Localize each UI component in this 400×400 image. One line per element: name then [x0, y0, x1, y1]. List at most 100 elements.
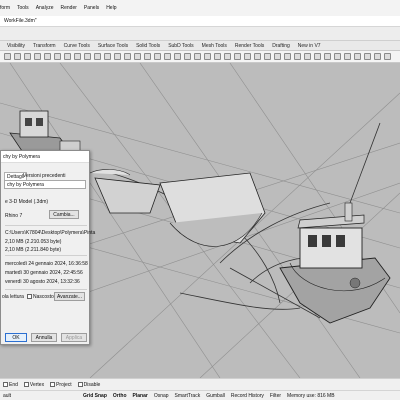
- tool-icon[interactable]: [154, 53, 161, 60]
- tool-icon[interactable]: [84, 53, 91, 60]
- change-button[interactable]: Cambia...: [49, 210, 79, 219]
- tool-icon[interactable]: [284, 53, 291, 60]
- tool-icon[interactable]: [364, 53, 371, 60]
- tool-icon[interactable]: [294, 53, 301, 60]
- tool-icon[interactable]: [324, 53, 331, 60]
- smarttrack-toggle[interactable]: SmartTrack: [172, 393, 204, 399]
- snap-project-checkbox[interactable]: [50, 382, 56, 387]
- hidden-checkbox[interactable]: [27, 294, 32, 300]
- tool-icon[interactable]: [224, 53, 231, 60]
- tool-icon-row: [0, 51, 400, 63]
- tool-icon[interactable]: [104, 53, 111, 60]
- snap-end[interactable]: End: [3, 382, 18, 388]
- osnap-toggle[interactable]: Osnap: [151, 393, 172, 399]
- ortho-toggle[interactable]: Ortho: [110, 393, 130, 399]
- record-history-toggle[interactable]: Record History: [228, 393, 267, 399]
- menu-panels[interactable]: Panels: [84, 5, 99, 11]
- tab-subd-tools[interactable]: SubD Tools: [164, 42, 197, 50]
- tab-drafting[interactable]: Drafting: [268, 42, 294, 50]
- osnap-bar: End Vertex Project Disable: [0, 378, 400, 390]
- menu-tools[interactable]: Tools: [17, 5, 29, 11]
- tool-icon[interactable]: [34, 53, 41, 60]
- tab-surface-tools[interactable]: Surface Tools: [94, 42, 132, 50]
- filter-toggle[interactable]: Filter: [267, 393, 284, 399]
- grid-snap-toggle[interactable]: Grid Snap: [80, 393, 110, 399]
- tool-icon[interactable]: [264, 53, 271, 60]
- memory-usage: Memory use: 816 MB: [287, 392, 335, 399]
- tool-icon[interactable]: [354, 53, 361, 60]
- file-path-text: C:\Users\K7804\Desktop\Polymera\Pinta: [5, 230, 96, 236]
- file-properties-dialog: chy by Polymera chy by Polymera Dettagli…: [0, 150, 95, 345]
- snap-end-checkbox[interactable]: [3, 382, 8, 387]
- tool-icon[interactable]: [64, 53, 71, 60]
- tool-icon[interactable]: [344, 53, 351, 60]
- tool-icon[interactable]: [124, 53, 131, 60]
- hidden-checkbox-row[interactable]: Nascosto: [27, 294, 54, 300]
- menu-bar: form Tools Analyze Render Panels Help: [0, 0, 400, 16]
- tool-icon[interactable]: [4, 53, 11, 60]
- tool-icon[interactable]: [174, 53, 181, 60]
- tool-icon[interactable]: [334, 53, 341, 60]
- tool-icon[interactable]: [24, 53, 31, 60]
- current-layer[interactable]: ault: [0, 393, 80, 399]
- snap-disable[interactable]: Disable: [77, 382, 100, 388]
- boat-model-middle[interactable]: [89, 169, 266, 247]
- readonly-label: ola lettura: [2, 294, 24, 300]
- tab-transform[interactable]: Transform: [29, 42, 60, 50]
- tool-icon[interactable]: [234, 53, 241, 60]
- apply-button[interactable]: Applica: [61, 333, 87, 342]
- planar-toggle[interactable]: Planar: [130, 393, 151, 399]
- tool-icon[interactable]: [54, 53, 61, 60]
- separator: [5, 225, 87, 226]
- status-bar: ault Grid Snap Ortho Planar Osnap SmartT…: [0, 390, 400, 400]
- tool-icon[interactable]: [304, 53, 311, 60]
- tool-icon[interactable]: [164, 53, 171, 60]
- tab-visibility[interactable]: Visibility: [3, 42, 29, 50]
- tool-icon[interactable]: [384, 53, 391, 60]
- dialog-title: chy by Polymera: [1, 151, 89, 163]
- tool-icon[interactable]: [374, 53, 381, 60]
- tool-icon[interactable]: [134, 53, 141, 60]
- snap-project[interactable]: Project: [50, 382, 72, 388]
- tool-icon[interactable]: [144, 53, 151, 60]
- file-name-input[interactable]: chy by Polymera: [4, 180, 86, 189]
- tool-icon[interactable]: [114, 53, 121, 60]
- tool-icon[interactable]: [244, 53, 251, 60]
- menu-help[interactable]: Help: [106, 5, 116, 11]
- tab-new-in-v7[interactable]: New in V7: [294, 42, 325, 50]
- tab-previous-versions[interactable]: Versioni precedenti: [21, 172, 68, 180]
- snap-vertex[interactable]: Vertex: [23, 381, 45, 388]
- tool-icon[interactable]: [194, 53, 201, 60]
- snap-vertex-label: Vertex: [29, 381, 45, 388]
- advanced-button[interactable]: Avanzate...: [54, 292, 85, 301]
- gumball-toggle[interactable]: Gumball: [203, 393, 228, 399]
- tool-icon[interactable]: [204, 53, 211, 60]
- tool-icon[interactable]: [74, 53, 81, 60]
- tool-icon[interactable]: [254, 53, 261, 60]
- cancel-button[interactable]: Annulla: [31, 333, 57, 342]
- tool-icon[interactable]: [314, 53, 321, 60]
- toolbar-tabs: Visibility Transform Curve Tools Surface…: [0, 41, 400, 51]
- tool-icon[interactable]: [94, 53, 101, 60]
- tool-icon[interactable]: [14, 53, 21, 60]
- menu-analyze[interactable]: Analyze: [36, 5, 54, 11]
- file-name-text: WorkFile.3dm": [4, 18, 37, 24]
- snap-disable-checkbox[interactable]: [77, 382, 83, 387]
- tool-icon[interactable]: [214, 53, 221, 60]
- menu-render[interactable]: Render: [60, 5, 76, 11]
- command-line[interactable]: [0, 27, 400, 41]
- snap-vertex-checkbox[interactable]: [23, 382, 29, 387]
- tool-icon[interactable]: [184, 53, 191, 60]
- command-history-field[interactable]: WorkFile.3dm": [0, 16, 400, 27]
- tab-curve-tools[interactable]: Curve Tools: [60, 42, 94, 50]
- ok-button[interactable]: OK: [5, 333, 27, 342]
- menu-transform[interactable]: form: [0, 5, 10, 11]
- separator: [5, 289, 87, 290]
- accessed-date-text: venerdì 30 agosto 2024, 13:32:36: [5, 279, 80, 285]
- tab-mesh-tools[interactable]: Mesh Tools: [198, 42, 231, 50]
- snap-end-label: End: [9, 381, 18, 388]
- tool-icon[interactable]: [274, 53, 281, 60]
- tab-render-tools[interactable]: Render Tools: [231, 42, 268, 50]
- tab-solid-tools[interactable]: Solid Tools: [132, 42, 164, 50]
- tool-icon[interactable]: [44, 53, 51, 60]
